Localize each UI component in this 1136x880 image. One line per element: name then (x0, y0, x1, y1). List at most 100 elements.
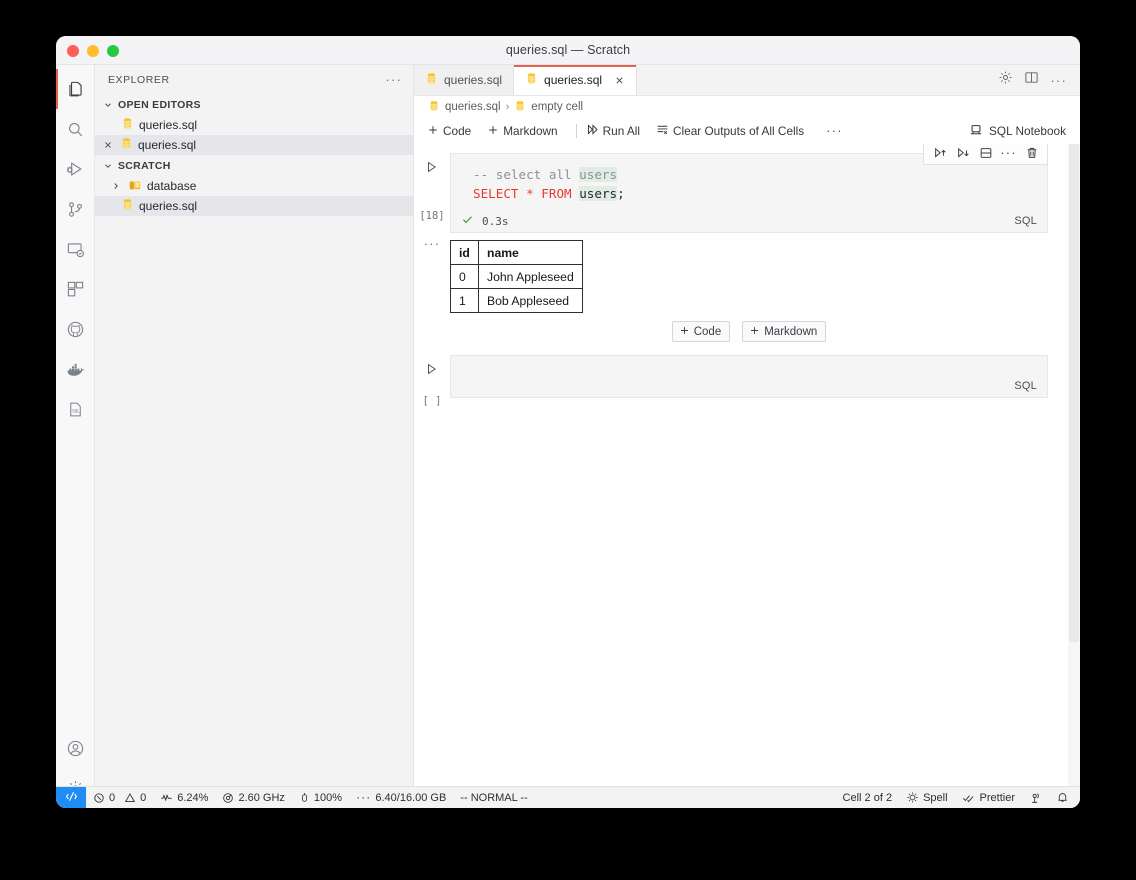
column-header-id: id (451, 241, 479, 265)
activitybar-item-explorer[interactable] (56, 69, 95, 109)
activitybar-item-github[interactable] (56, 309, 95, 349)
breadcrumb-item-file[interactable]: queries.sql (445, 101, 501, 113)
add-code-cell-button[interactable]: Code (427, 124, 480, 139)
status-cpu-usage[interactable]: 6.24% (153, 787, 215, 809)
code-editor[interactable]: SQL (450, 355, 1048, 398)
zoom-window-button[interactable] (107, 45, 119, 57)
gear-icon[interactable] (998, 70, 1013, 90)
ellipsis-icon[interactable]: ··· (1050, 78, 1067, 83)
sidebar: EXPLORER ··· OPEN EDITORS (95, 65, 414, 808)
activitybar-item-docker[interactable] (56, 349, 95, 389)
breadcrumb: queries.sql › empty cell (414, 96, 1080, 118)
clear-outputs-icon (656, 123, 669, 139)
sidebar-more-actions-icon[interactable]: ··· (385, 77, 402, 82)
minimize-window-button[interactable] (87, 45, 99, 57)
sidebar-title: EXPLORER (108, 74, 170, 86)
cell-position-label: Cell 2 of 2 (843, 792, 893, 804)
success-check-icon (461, 213, 474, 230)
database-folder-icon (128, 178, 142, 195)
run-below-icon[interactable] (951, 144, 974, 164)
tab-queries-sql-0[interactable]: queries.sql (414, 65, 514, 95)
plus-icon (427, 124, 439, 139)
activitybar-item-source-control[interactable] (56, 189, 95, 229)
breadcrumb-separator: › (506, 101, 510, 113)
trash-icon[interactable] (1020, 144, 1043, 164)
window-title: queries.sql — Scratch (56, 43, 1080, 57)
insert-code-cell-button[interactable]: Code (672, 321, 731, 342)
toolbar-divider (576, 124, 577, 138)
kernel-picker[interactable]: SQL Notebook (969, 123, 1080, 140)
code-editor[interactable]: -- select all users SELECT * FROM users;… (450, 153, 1048, 233)
status-cpu-frequency[interactable]: 2.60 GHz (215, 787, 291, 809)
activitybar-item-accounts[interactable] (56, 728, 95, 768)
status-notifications[interactable] (1049, 787, 1080, 809)
activity-bar: SQL (56, 65, 95, 808)
open-editor-item-1[interactable]: queries.sql (95, 135, 413, 155)
sql-server-icon: SQL (66, 400, 85, 419)
tab-label: queries.sql (444, 73, 502, 87)
status-memory[interactable]: ··· 6.40/16.00 GB (349, 787, 453, 809)
run-all-button[interactable]: Run All (586, 123, 649, 139)
column-header-name: name (479, 241, 583, 265)
section-label: SCRATCH (118, 160, 171, 172)
split-editor-icon[interactable] (1024, 70, 1039, 90)
folder-item-database[interactable]: database (95, 176, 413, 196)
status-right-group: Cell 2 of 2 Spell Prettier (836, 787, 1080, 809)
close-icon[interactable] (614, 75, 625, 86)
sql-file-icon (525, 72, 538, 88)
insert-markdown-cell-button[interactable]: Markdown (742, 321, 826, 342)
close-window-button[interactable] (67, 45, 79, 57)
section-header-scratch[interactable]: SCRATCH (95, 155, 413, 176)
tab-queries-sql-1[interactable]: queries.sql (514, 65, 637, 95)
table-row: 0 John Appleseed (451, 265, 583, 289)
status-cell-position[interactable]: Cell 2 of 2 (836, 787, 900, 809)
notebook-more-actions-icon[interactable]: ··· (826, 128, 843, 134)
file-item-queries-sql[interactable]: queries.sql (95, 196, 413, 216)
activitybar-item-extensions[interactable] (56, 269, 95, 309)
status-problems[interactable]: 0 0 (86, 787, 153, 809)
notebook-cell-1[interactable]: ··· [18] -- sele (414, 153, 1080, 233)
insert-code-label: Code (694, 326, 722, 338)
memory-icon: ··· (356, 795, 371, 800)
add-markdown-cell-button[interactable]: Markdown (487, 124, 566, 139)
clear-outputs-label: Clear Outputs of All Cells (673, 124, 804, 138)
open-editor-label: queries.sql (138, 138, 196, 152)
add-markdown-label: Markdown (503, 124, 557, 138)
section-header-open-editors[interactable]: OPEN EDITORS (95, 94, 413, 115)
run-cell-button[interactable] (425, 160, 439, 179)
run-above-icon[interactable] (928, 144, 951, 164)
clear-outputs-button[interactable]: Clear Outputs of All Cells (656, 123, 813, 139)
activitybar-item-search[interactable] (56, 109, 95, 149)
execution-duration: 0.3s (482, 215, 509, 228)
activitybar-item-remote-explorer[interactable] (56, 229, 95, 269)
remote-indicator[interactable] (56, 787, 86, 809)
svg-text:SQL: SQL (71, 408, 79, 414)
close-icon[interactable] (101, 140, 115, 150)
status-remote-tunnel[interactable] (1022, 787, 1049, 809)
status-prettier[interactable]: Prettier (955, 787, 1022, 809)
output-more-actions-icon[interactable]: ··· (414, 233, 450, 247)
extensions-icon (66, 280, 85, 299)
breadcrumb-item-cell[interactable]: empty cell (531, 101, 583, 113)
cell-language[interactable]: SQL (1014, 215, 1037, 227)
open-editor-label: queries.sql (139, 118, 197, 132)
status-bar: 0 0 6.24% 2.60 GHz (56, 786, 1080, 808)
vim-mode-label: -- NORMAL -- (460, 792, 527, 804)
status-vim-mode[interactable]: -- NORMAL -- (453, 787, 534, 809)
cell-id-0: 0 (451, 265, 479, 289)
table-row: 1 Bob Appleseed (451, 289, 583, 313)
sql-file-icon (428, 100, 440, 115)
ellipsis-icon[interactable]: ··· (997, 144, 1020, 164)
run-cell-button[interactable] (425, 362, 439, 381)
open-editor-item-0[interactable]: queries.sql (95, 115, 413, 135)
notebook-scrollbar[interactable] (1068, 144, 1080, 808)
activitybar-item-run-and-debug[interactable] (56, 149, 95, 189)
notebook-cell-2[interactable]: [ ] SQL (414, 355, 1080, 398)
activitybar-item-sql-server[interactable]: SQL (56, 389, 95, 429)
cell-id-1: 1 (451, 289, 479, 313)
status-battery[interactable]: 100% (292, 787, 349, 809)
status-spell-checker[interactable]: Spell (899, 787, 954, 809)
split-cell-icon[interactable] (974, 144, 997, 164)
cell-language[interactable]: SQL (1014, 380, 1037, 392)
remote-indicator-icon (65, 790, 78, 806)
